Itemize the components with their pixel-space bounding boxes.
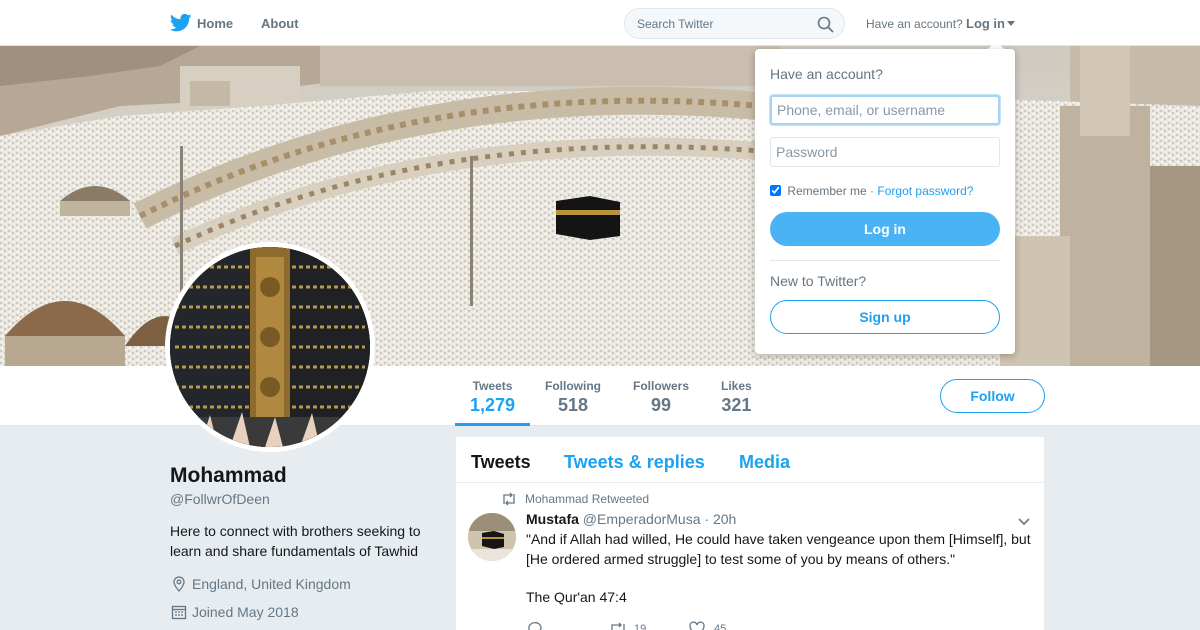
tweet-author-name[interactable]: Mustafa <box>526 511 579 527</box>
nav-home-link[interactable]: Home <box>197 16 233 31</box>
timeline-tabs: Tweets Tweets & replies Media <box>456 437 1044 483</box>
like-count: 45 <box>714 623 727 630</box>
profile-bio: Here to connect with brothers seeking to… <box>170 523 421 559</box>
search-icon[interactable] <box>817 16 834 33</box>
username-input[interactable] <box>770 95 1000 125</box>
joined-text: Joined May 2018 <box>192 604 299 620</box>
follow-button[interactable]: Follow <box>940 379 1045 413</box>
location-text: England, United Kingdom <box>192 576 351 592</box>
stat-label: Tweets <box>472 379 513 393</box>
stat-tweets[interactable]: Tweets 1,279 <box>470 379 515 416</box>
password-input[interactable] <box>770 137 1000 167</box>
search-placeholder: Search Twitter <box>637 17 714 31</box>
timeline: Tweets Tweets & replies Media Mohammad R… <box>456 437 1044 630</box>
profile-name: Mohammad <box>170 464 287 487</box>
reply-icon <box>528 622 542 630</box>
profile-handle: @FollwrOfDeen <box>170 491 270 507</box>
tweet-actions: 19 45 <box>526 621 826 630</box>
profile-avatar[interactable] <box>165 242 375 452</box>
separator: · <box>870 184 875 198</box>
login-button[interactable]: Log in <box>770 212 1000 246</box>
login-dropdown-toggle[interactable]: Log in <box>966 16 1005 31</box>
tweet-author-avatar[interactable] <box>468 513 516 561</box>
calendar-icon <box>171 605 187 620</box>
stat-value: 518 <box>557 395 589 415</box>
remember-me-row: Remember me · Forgot password? <box>770 184 973 198</box>
tab-tweets-replies[interactable]: Tweets & replies <box>564 452 705 473</box>
retweet-icon <box>503 492 515 506</box>
stat-label: Following <box>545 379 601 393</box>
tab-tweets[interactable]: Tweets <box>471 452 531 473</box>
location-pin-icon <box>173 576 185 592</box>
chevron-down-icon[interactable] <box>1017 517 1031 527</box>
have-account-text: Have an account? <box>866 17 963 31</box>
new-to-twitter-text: New to Twitter? <box>770 273 867 289</box>
stat-value: 321 <box>721 395 752 415</box>
retweet-action-icon <box>611 622 625 630</box>
login-dropdown: Have an account? Remember me · Forgot pa… <box>755 49 1015 354</box>
stat-followers[interactable]: Followers 99 <box>633 379 689 416</box>
stat-value: 99 <box>650 395 672 415</box>
stat-label: Followers <box>633 379 690 393</box>
forgot-password-link[interactable]: Forgot password? <box>877 184 973 198</box>
stat-likes[interactable]: Likes 321 <box>721 379 752 416</box>
remember-me-checkbox[interactable] <box>770 185 781 196</box>
retweet-context-text: Mohammad Retweeted <box>525 492 650 506</box>
divider <box>770 260 1000 261</box>
active-stat-indicator <box>455 423 530 426</box>
signup-button[interactable]: Sign up <box>770 300 1000 334</box>
login-dropdown-title: Have an account? <box>770 66 883 82</box>
tweet-author-handle[interactable]: @EmperadorMusa <box>583 511 701 527</box>
nav-about-link[interactable]: About <box>261 16 299 31</box>
top-nav: Home About Search Twitter Have an accoun… <box>0 0 1200 46</box>
tweet-time[interactable]: · 20h <box>704 511 736 527</box>
stat-following[interactable]: Following 518 <box>545 379 601 416</box>
tweet-header: Mustafa @EmperadorMusa · 20h <box>526 511 736 527</box>
tab-media[interactable]: Media <box>739 452 790 473</box>
tweet-text: "And if Allah had willed, He could have … <box>526 531 1031 567</box>
remember-me-label[interactable]: Remember me <box>787 184 866 198</box>
stat-label: Likes <box>721 379 752 393</box>
dropdown-arrow <box>988 41 1004 49</box>
tweet-reference: The Qur'an 47:4 <box>526 589 627 605</box>
caret-down-icon[interactable] <box>1007 21 1015 26</box>
stat-value: 1,279 <box>470 395 516 415</box>
heart-icon <box>689 621 705 630</box>
search-input[interactable]: Search Twitter <box>624 8 845 39</box>
retweet-count: 19 <box>634 623 647 630</box>
twitter-bird-icon[interactable] <box>170 13 192 33</box>
